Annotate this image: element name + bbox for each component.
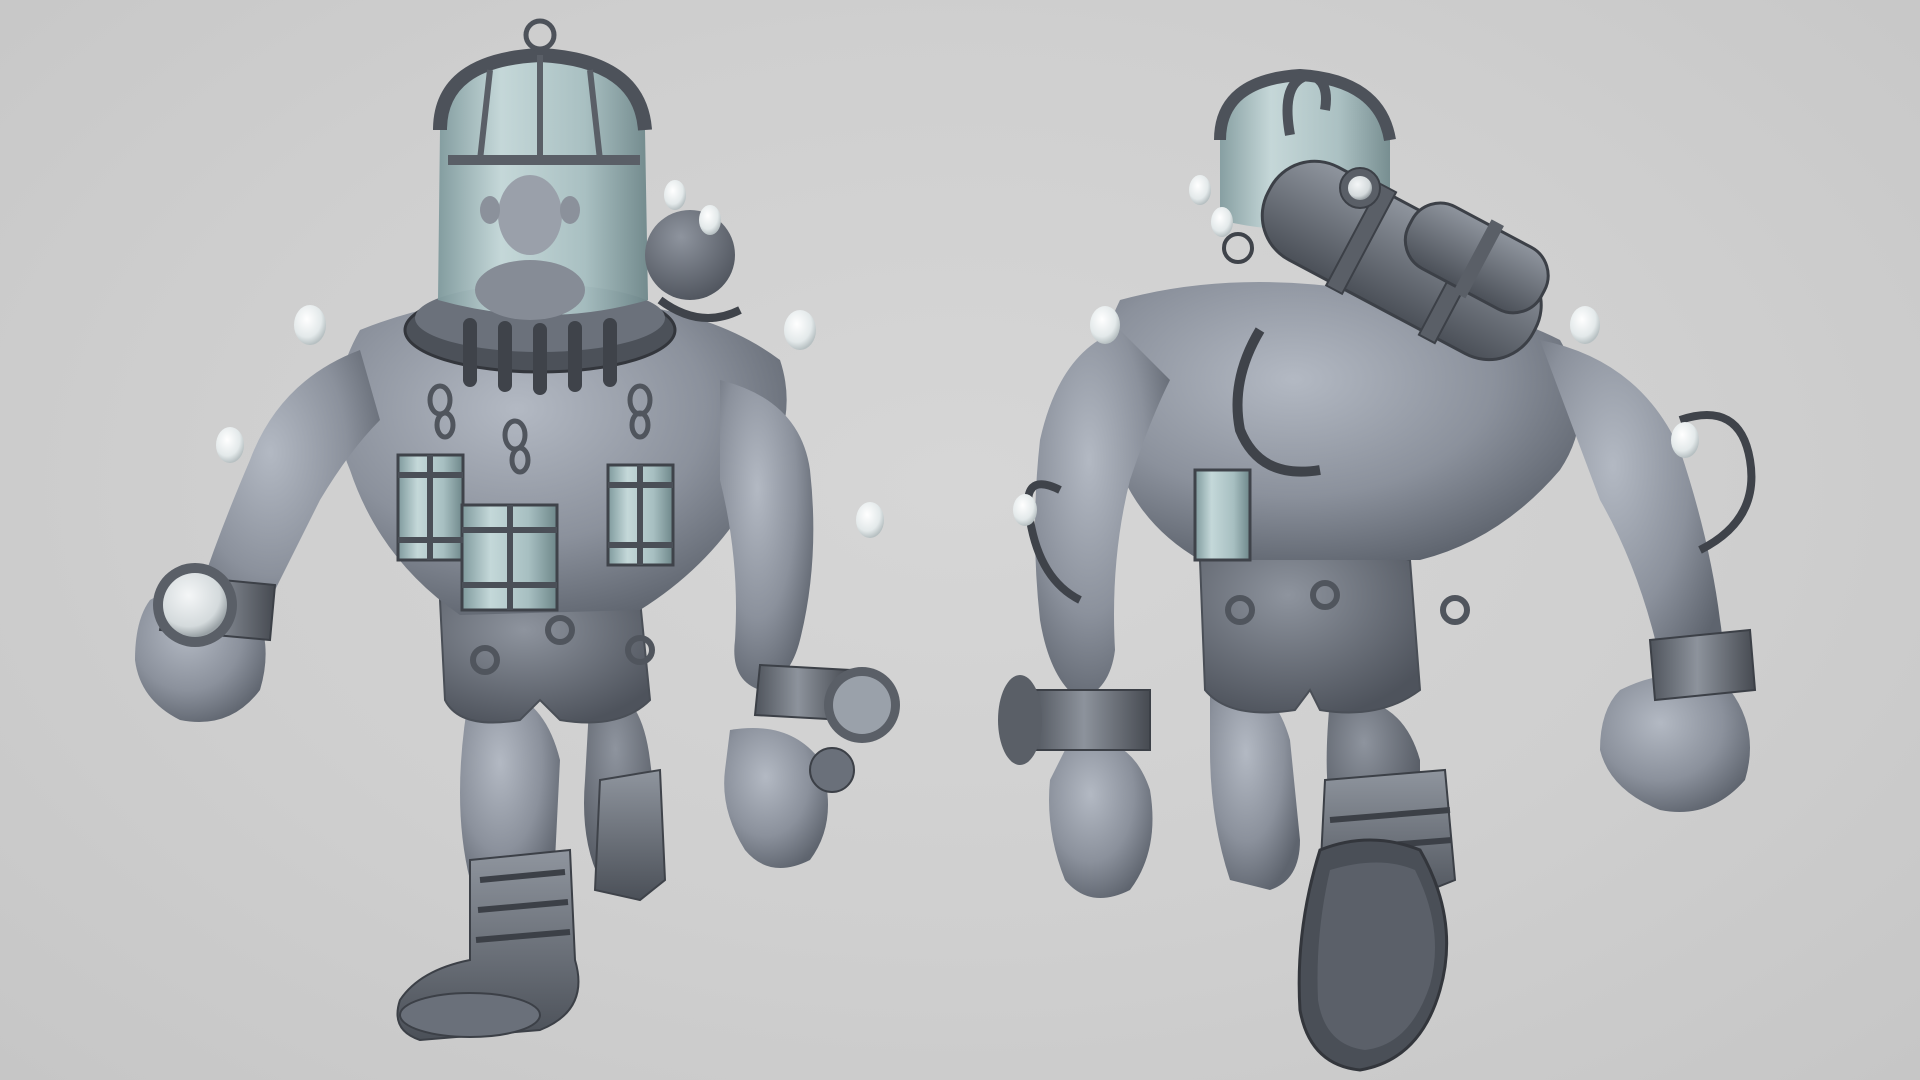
back-view-figure (998, 68, 1757, 1072)
render-canvas (0, 0, 1920, 1080)
front-view-figure (135, 18, 900, 1042)
sculpt-render (135, 18, 1757, 1072)
